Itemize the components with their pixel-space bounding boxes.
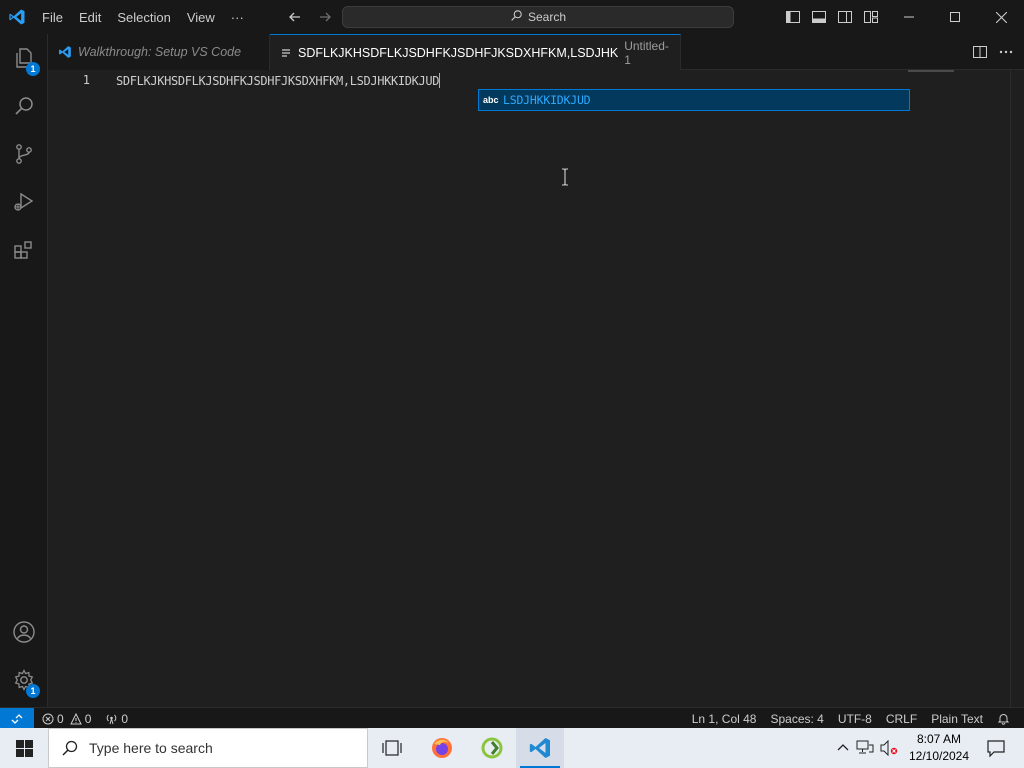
activity-run-debug[interactable] bbox=[0, 180, 48, 228]
network-icon[interactable] bbox=[856, 740, 874, 756]
status-left: 0 0 0 bbox=[42, 708, 128, 729]
explorer-badge: 1 bbox=[26, 62, 40, 76]
title-bar: File Edit Selection View ··· Search bbox=[0, 0, 1024, 34]
activity-extensions[interactable] bbox=[0, 228, 48, 276]
status-right: Ln 1, Col 48 Spaces: 4 UTF-8 CRLF Plain … bbox=[692, 708, 1010, 729]
menu-file[interactable]: File bbox=[34, 4, 71, 30]
search-label: Search bbox=[527, 10, 567, 24]
menu-more[interactable]: ··· bbox=[223, 4, 252, 30]
code-text: SDFLKJKHSDFLKJSDHFKJSDHFJKSDXHFKM,LSDJHK… bbox=[116, 74, 440, 88]
app-icon[interactable] bbox=[468, 728, 516, 768]
maximize-icon[interactable] bbox=[932, 0, 978, 34]
split-editor-icon[interactable] bbox=[972, 44, 988, 60]
toggle-secondary-sidebar-icon[interactable] bbox=[836, 8, 854, 26]
minimize-icon[interactable] bbox=[886, 0, 932, 34]
editor-actions bbox=[972, 34, 1014, 70]
ports-count: 0 bbox=[121, 711, 129, 726]
suggestion-widget[interactable]: abc LSDJHKKIDKJUD bbox=[478, 89, 910, 111]
task-view-icon[interactable] bbox=[368, 728, 416, 768]
activity-manage[interactable]: 1 bbox=[0, 658, 48, 706]
source-control-icon bbox=[12, 142, 36, 171]
account-icon bbox=[12, 620, 36, 649]
editor-area[interactable]: 1 SDFLKJKHSDFLKJSDHFKJSDHFJKSDXHFKM,LSDJ… bbox=[48, 70, 1024, 707]
taskbar-clock[interactable]: 8:07 AM 12/10/2024 bbox=[906, 731, 972, 765]
toggle-sidebar-icon[interactable] bbox=[784, 8, 802, 26]
file-icon bbox=[280, 47, 292, 59]
more-actions-icon[interactable] bbox=[998, 44, 1014, 60]
clock-date: 12/10/2024 bbox=[908, 749, 970, 763]
vscode-logo-icon bbox=[528, 736, 552, 760]
layout-controls bbox=[784, 0, 880, 34]
clock-time: 8:07 AM bbox=[916, 732, 962, 746]
run-debug-icon bbox=[12, 190, 36, 219]
bell-icon bbox=[997, 712, 1010, 725]
text-cursor bbox=[439, 73, 441, 88]
code-line[interactable]: SDFLKJKHSDFLKJSDHFKJSDHFJKSDXHFKM,LSDJHK… bbox=[116, 73, 441, 88]
search-icon bbox=[12, 94, 36, 123]
broadcast-icon bbox=[105, 713, 118, 725]
taskbar-search-placeholder: Type here to search bbox=[89, 740, 213, 756]
warning-icon bbox=[69, 712, 82, 725]
tab-label: SDFLKJKHSDFLKJSDHFKJSDHFJKSDXHFKM,LSDJHK bbox=[298, 45, 619, 60]
windows-start-icon[interactable] bbox=[0, 728, 48, 768]
firefox-icon[interactable] bbox=[418, 728, 466, 768]
activity-accounts[interactable] bbox=[0, 610, 48, 658]
tab-description: Untitled-1 bbox=[624, 38, 669, 67]
ports-status[interactable]: 0 bbox=[105, 712, 128, 726]
error-count: 0 bbox=[57, 711, 64, 726]
line-number: 1 bbox=[82, 73, 90, 87]
taskbar-vscode[interactable] bbox=[516, 728, 564, 768]
tab-walkthrough[interactable]: Walkthrough: Setup VS Code bbox=[48, 34, 270, 70]
window-controls bbox=[886, 0, 1024, 34]
end-of-line[interactable]: CRLF bbox=[886, 712, 917, 726]
speaker-muted-icon[interactable] bbox=[880, 740, 898, 756]
activity-search[interactable] bbox=[0, 84, 48, 132]
arrow-left-icon[interactable] bbox=[284, 6, 306, 28]
customize-layout-icon[interactable] bbox=[862, 8, 880, 26]
language-mode[interactable]: Plain Text bbox=[931, 712, 983, 726]
navigation-arrows bbox=[284, 0, 336, 34]
remote-icon bbox=[11, 713, 23, 725]
extensions-icon bbox=[12, 238, 36, 267]
notifications-icon[interactable] bbox=[986, 738, 1006, 758]
command-center-search[interactable]: Search bbox=[342, 6, 734, 28]
activity-bar: 1 1 bbox=[0, 34, 48, 707]
error-icon bbox=[42, 713, 54, 725]
problems-status[interactable]: 0 0 bbox=[42, 712, 91, 726]
toggle-panel-icon[interactable] bbox=[810, 8, 828, 26]
encoding[interactable]: UTF-8 bbox=[838, 712, 872, 726]
status-bar: 0 0 0 Ln 1, Col 48 Spaces: 4 UTF-8 CRLF … bbox=[0, 707, 1024, 729]
tab-untitled-1[interactable]: SDFLKJKHSDFLKJSDHFKJSDHFJKSDXHFKM,LSDJHK… bbox=[270, 34, 681, 70]
suggestion-label[interactable]: LSDJHKKIDKJUD bbox=[503, 93, 591, 107]
cursor-position[interactable]: Ln 1, Col 48 bbox=[692, 712, 757, 726]
remote-indicator[interactable] bbox=[0, 708, 34, 729]
windows-taskbar: Type here to search 8:07 AM 12/10/2024 bbox=[0, 728, 1024, 768]
chevron-up-icon[interactable] bbox=[836, 741, 850, 755]
vscode-window: File Edit Selection View ··· Search 1 1 … bbox=[0, 0, 1024, 768]
search-icon bbox=[61, 739, 79, 757]
menu-view[interactable]: View bbox=[179, 4, 223, 30]
menu-edit[interactable]: Edit bbox=[71, 4, 109, 30]
menu-selection[interactable]: Selection bbox=[109, 4, 178, 30]
notifications-bell[interactable] bbox=[997, 712, 1010, 725]
manage-badge: 1 bbox=[26, 684, 40, 698]
activity-explorer[interactable]: 1 bbox=[0, 36, 48, 84]
vscode-logo-icon bbox=[58, 45, 72, 59]
menu-bar: File Edit Selection View ··· bbox=[34, 0, 252, 34]
overview-ruler[interactable] bbox=[1010, 70, 1024, 707]
arrow-right-icon[interactable] bbox=[314, 6, 336, 28]
warning-count: 0 bbox=[84, 711, 92, 726]
indentation[interactable]: Spaces: 4 bbox=[770, 712, 823, 726]
taskbar-search[interactable]: Type here to search bbox=[48, 728, 368, 768]
search-icon bbox=[510, 9, 523, 25]
editor-tab-bar: Walkthrough: Setup VS Code SDFLKJKHSDFLK… bbox=[48, 34, 1024, 70]
suggestion-kind-icon: abc bbox=[483, 95, 499, 105]
activity-source-control[interactable] bbox=[0, 132, 48, 180]
ibeam-cursor-icon bbox=[560, 168, 570, 186]
tab-label: Walkthrough: Setup VS Code bbox=[78, 45, 242, 59]
close-icon[interactable] bbox=[978, 0, 1024, 34]
system-tray bbox=[836, 728, 898, 768]
minimap-line[interactable] bbox=[908, 70, 954, 72]
vscode-logo-icon bbox=[0, 0, 34, 34]
